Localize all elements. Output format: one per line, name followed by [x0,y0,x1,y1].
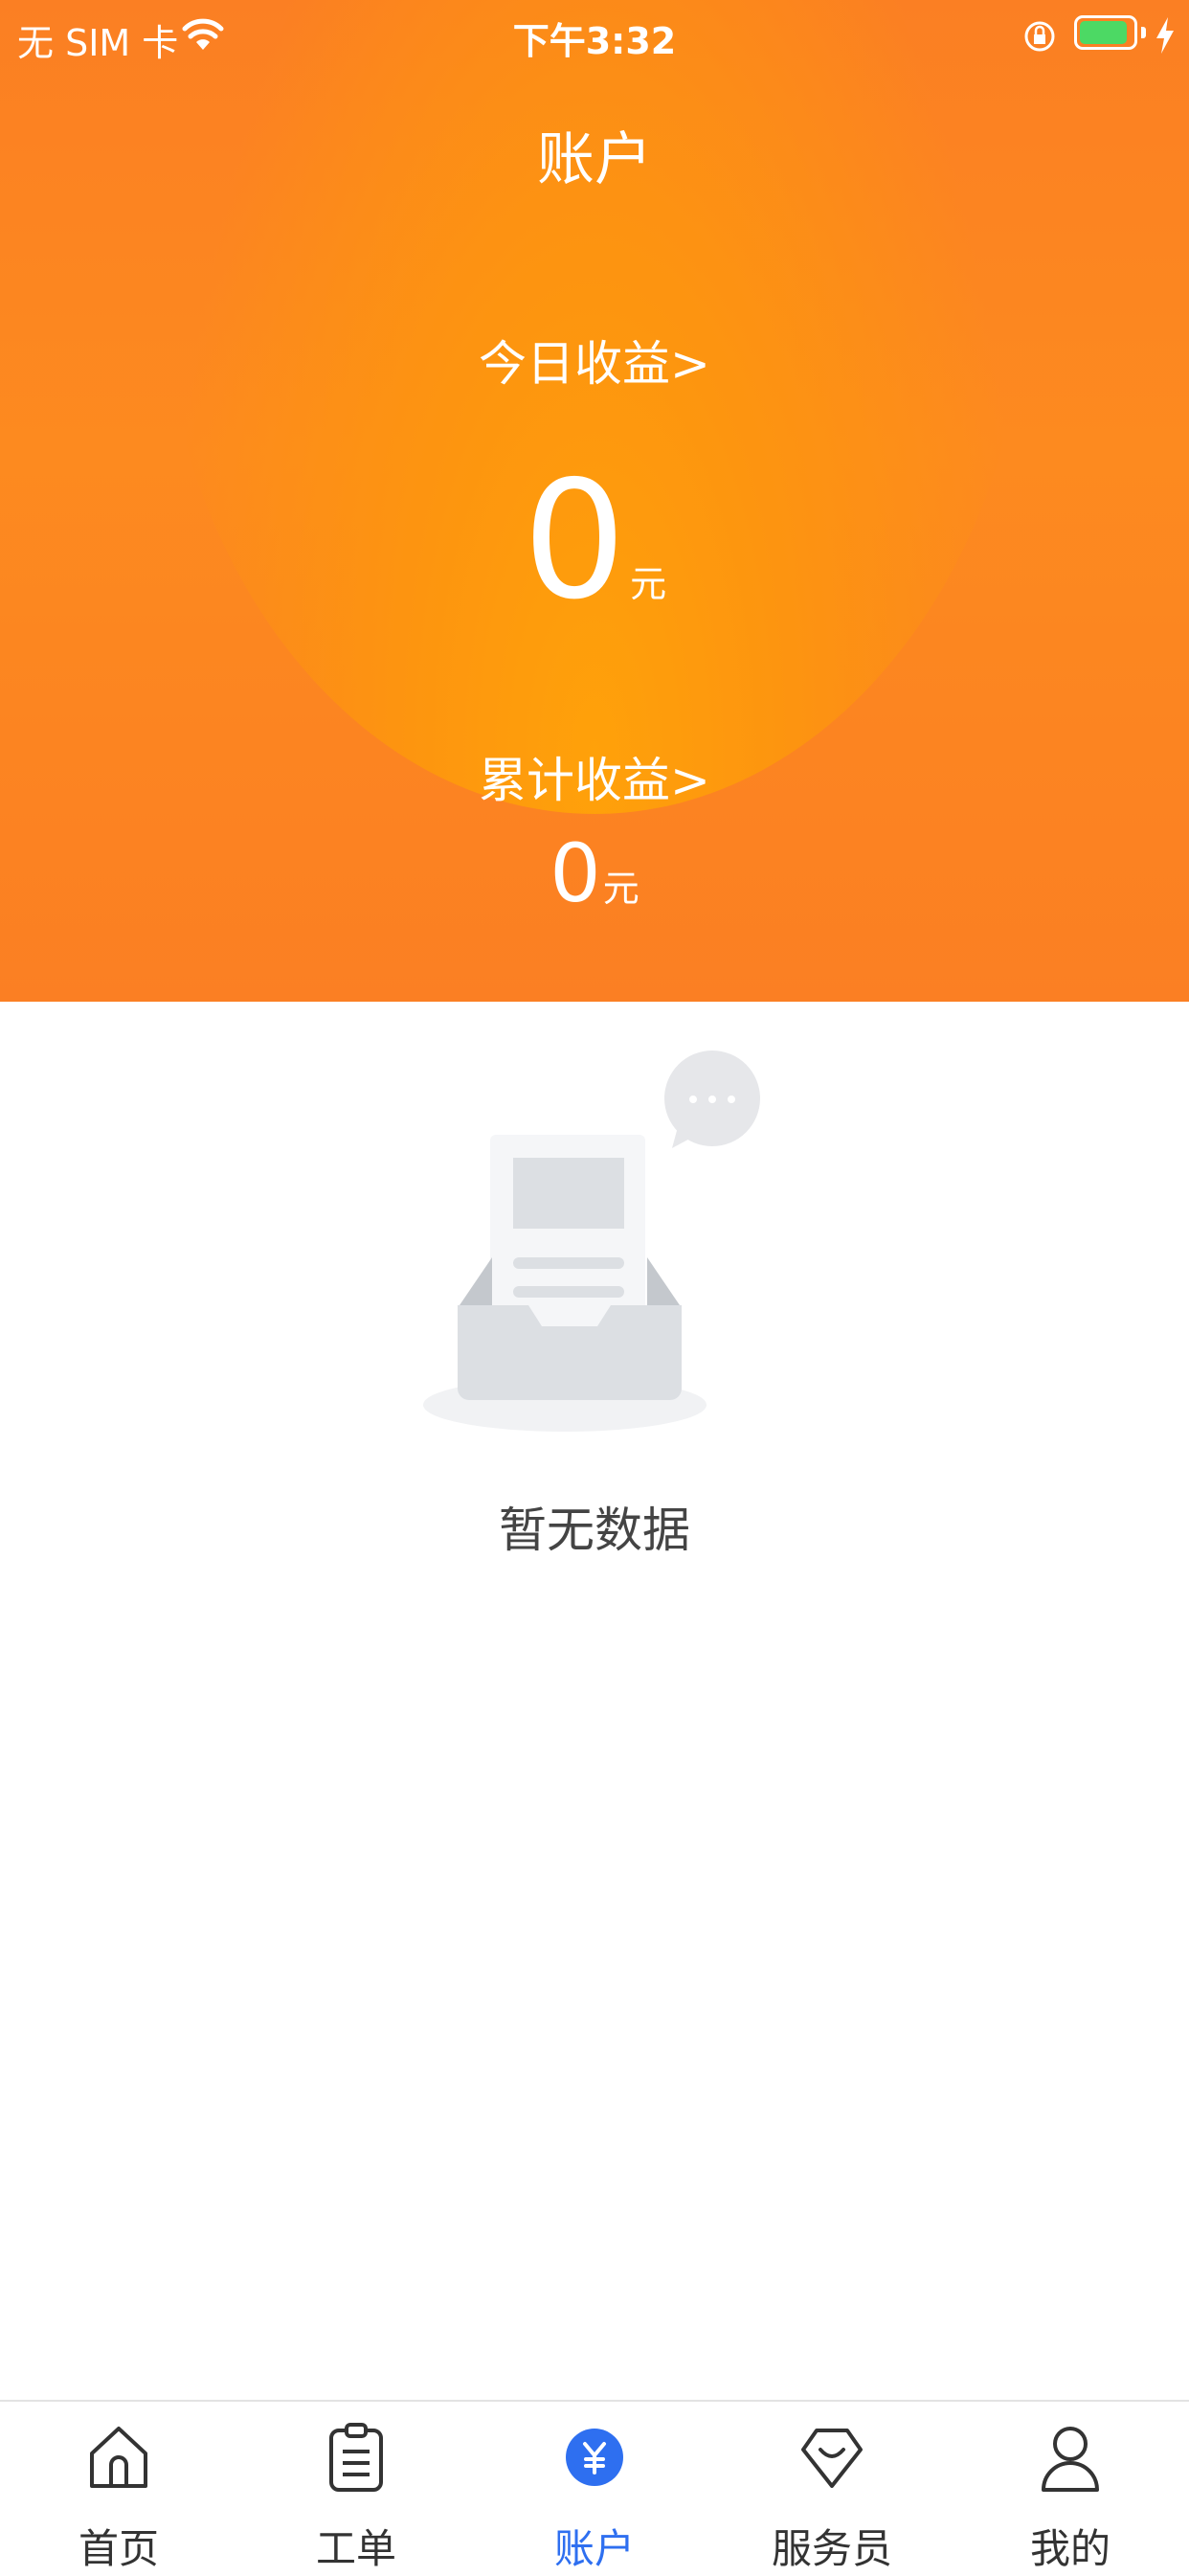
page-title: 账户 [537,126,652,193]
tab-home[interactable]: 首页 [0,2402,237,2576]
tab-work-orders[interactable]: 工单 [237,2402,475,2576]
total-earnings-link[interactable]: 累计收益> [0,742,1189,811]
home-icon [90,2427,147,2488]
tab-waiters[interactable]: 服务员 [713,2402,951,2576]
tab-label: 账户 [553,2525,635,2572]
status-bar: 无 SIM 卡 下午3:32 [0,0,1189,73]
user-icon [1042,2427,1099,2492]
battery-cap [1141,27,1146,38]
tab-label: 我的 [1029,2525,1110,2572]
empty-state-text: 暂无数据 [499,1503,690,1558]
tab-label: 首页 [78,2525,159,2572]
total-earnings-amount: 0元 [0,833,1189,914]
total-earnings-value: 0 [550,826,601,920]
clipboard-icon [329,2423,383,2492]
tab-label: 服务员 [771,2525,892,2572]
tab-label: 工单 [315,2525,396,2572]
tab-mine[interactable]: 我的 [952,2402,1189,2576]
today-earnings-amount: 0元 [0,460,1189,622]
charging-bolt-icon [1156,17,1174,54]
today-earnings-unit: 元 [630,563,667,605]
today-earnings-link[interactable]: 今日收益> [0,326,1189,395]
tab-account[interactable]: 账户 [476,2402,713,2576]
yen-coin-icon [566,2429,623,2486]
battery-icon [1074,15,1137,50]
tab-bar: 首页 工单 账户 服务员 我的 [0,2400,1189,2576]
total-earnings-unit: 元 [602,868,639,910]
account-header: 无 SIM 卡 下午3:32 账户 今日收益> 0元 累计收益> 0元 [0,0,1189,1002]
empty-inbox-icon [423,1051,760,1432]
battery-level [1080,21,1127,44]
status-time: 下午3:32 [512,20,677,62]
diamond-badge-icon [801,2429,863,2488]
rotation-lock-icon [1024,21,1055,52]
today-earnings-value: 0 [522,446,627,636]
